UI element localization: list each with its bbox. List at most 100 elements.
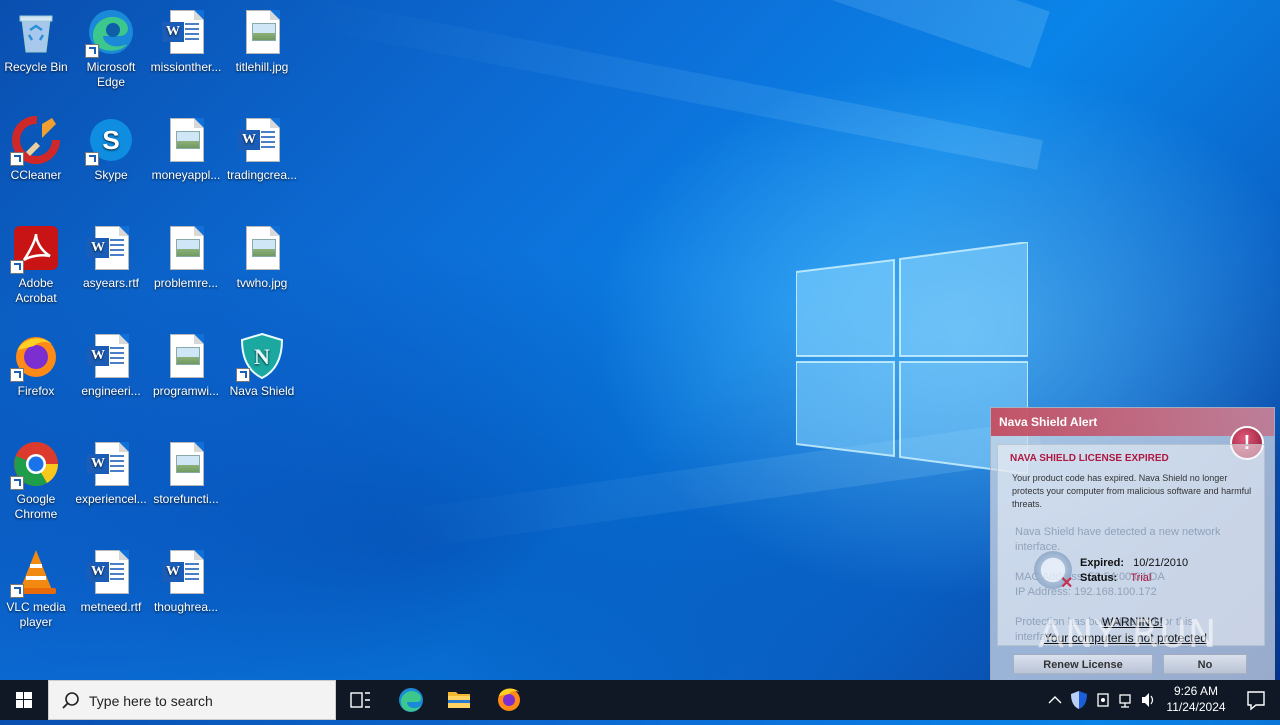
desktop-icon-asyears[interactable]: W asyears.rtf bbox=[73, 218, 149, 291]
nava-shield-alert-window[interactable]: Nava Shield Alert ! NAVA SHIELD LICENSE … bbox=[990, 407, 1275, 685]
desktop-icon-moneyappl[interactable]: moneyappl... bbox=[148, 110, 224, 183]
image-file-icon bbox=[162, 440, 210, 488]
desktop-icon-label: metneed.rtf bbox=[80, 600, 142, 614]
task-view-button[interactable] bbox=[336, 680, 384, 720]
folder-icon bbox=[448, 692, 470, 708]
shortcut-arrow-icon bbox=[236, 368, 250, 382]
shortcut-arrow-icon bbox=[85, 152, 99, 166]
desktop-icon-label: Microsoft Edge bbox=[86, 60, 136, 89]
word-doc-icon: W bbox=[162, 548, 210, 596]
taskbar-firefox-button[interactable] bbox=[485, 680, 533, 720]
action-center-button[interactable] bbox=[1232, 680, 1280, 720]
clock-date: 11/24/2024 bbox=[1166, 700, 1226, 714]
desktop-icon-label: Google Chrome bbox=[14, 492, 58, 521]
alert-title: Nava Shield Alert bbox=[991, 408, 1274, 436]
task-view-icon bbox=[350, 692, 370, 708]
ghost-text: Nava Shield have detected a new network bbox=[1015, 526, 1221, 538]
acrobat-icon bbox=[10, 224, 60, 274]
desktop-icon-label: Recycle Bin bbox=[4, 60, 68, 74]
renew-license-button[interactable]: Renew License bbox=[1013, 654, 1153, 674]
word-doc-icon: W bbox=[87, 440, 135, 488]
shortcut-arrow-icon bbox=[10, 476, 24, 490]
status-row: Status: Trial bbox=[1080, 572, 1151, 584]
image-file-icon bbox=[162, 224, 210, 272]
expired-value: 10/21/2010 bbox=[1133, 557, 1189, 569]
word-doc-icon: W bbox=[162, 8, 210, 56]
system-tray bbox=[1046, 680, 1156, 720]
word-doc-icon: W bbox=[87, 224, 135, 272]
not-protected-link[interactable]: Your computer is not protected bbox=[1044, 631, 1207, 645]
image-file-icon bbox=[162, 116, 210, 164]
desktop-icon-label: thoughrea... bbox=[153, 600, 219, 614]
desktop-icon-storefuncti[interactable]: storefuncti... bbox=[148, 434, 224, 507]
chevron-up-icon[interactable] bbox=[1048, 696, 1062, 704]
volume-icon[interactable] bbox=[1142, 693, 1154, 707]
desktop-icon-missionther[interactable]: W missionther... bbox=[148, 2, 224, 75]
desktop-icon-experiencel[interactable]: W experiencel... bbox=[73, 434, 149, 507]
desktop-icon-thoughrea[interactable]: W thoughrea... bbox=[148, 542, 224, 615]
desktop-icon-skype[interactable]: S Skype bbox=[73, 110, 149, 183]
desktop-icon-label: engineeri... bbox=[81, 384, 141, 398]
recycle-bin-icon bbox=[12, 8, 60, 56]
desktop-icon-tradingcrea[interactable]: W tradingcrea... bbox=[224, 110, 300, 183]
word-doc-icon: W bbox=[87, 332, 135, 380]
word-doc-icon: W bbox=[238, 116, 286, 164]
image-file-icon bbox=[238, 8, 286, 56]
alert-description: Your product code has expired. Nava Shie… bbox=[1012, 473, 1252, 509]
desktop-icon-microsoft-edge[interactable]: Microsoft Edge bbox=[73, 2, 149, 90]
desktop-icon-programwi[interactable]: programwi... bbox=[148, 326, 224, 399]
network-icon[interactable] bbox=[1119, 694, 1131, 708]
shortcut-arrow-icon bbox=[10, 584, 24, 598]
desktop-icon-label: experiencel... bbox=[75, 492, 147, 506]
expired-label: Expired: bbox=[1080, 557, 1125, 569]
shortcut-arrow-icon bbox=[10, 368, 24, 382]
search-placeholder: Type here to search bbox=[89, 693, 213, 709]
shortcut-arrow-icon bbox=[10, 260, 24, 274]
no-button[interactable]: No bbox=[1163, 654, 1247, 674]
desktop-icon-titlehill[interactable]: titlehill.jpg bbox=[224, 2, 300, 75]
desktop-icon-metneed[interactable]: W metneed.rtf bbox=[73, 542, 149, 615]
desktop-icon-label: moneyappl... bbox=[151, 168, 221, 182]
desktop-icon-label: problemre... bbox=[153, 276, 219, 290]
desktop-icon-problemre[interactable]: problemre... bbox=[148, 218, 224, 291]
desktop-icon-adobe-acrobat[interactable]: Adobe Acrobat bbox=[0, 218, 74, 306]
desktop-icon-ccleaner[interactable]: CCleaner bbox=[0, 110, 74, 183]
clock-time: 9:26 AM bbox=[1173, 684, 1219, 698]
search-icon bbox=[62, 692, 79, 709]
word-doc-icon: W bbox=[87, 548, 135, 596]
windows-start-icon bbox=[16, 692, 32, 708]
device-icon[interactable] bbox=[1097, 693, 1109, 707]
expired-x-icon: ✕ bbox=[1060, 575, 1074, 592]
desktop-icon-google-chrome[interactable]: Google Chrome bbox=[0, 434, 74, 522]
taskbar-file-explorer-button[interactable] bbox=[435, 680, 483, 720]
desktop-icon-label: tradingcrea... bbox=[226, 168, 298, 182]
firefox-icon bbox=[498, 688, 520, 711]
start-button[interactable] bbox=[0, 680, 48, 720]
security-shield-icon[interactable] bbox=[1071, 691, 1087, 709]
taskbar-search-box[interactable]: Type here to search bbox=[48, 680, 336, 720]
taskbar-clock[interactable]: 9:26 AM 11/24/2024 bbox=[1160, 683, 1232, 715]
desktop-icon-label: programwi... bbox=[152, 384, 220, 398]
taskbar-edge-button[interactable] bbox=[387, 680, 435, 720]
alert-headline: NAVA SHIELD LICENSE EXPIRED bbox=[1010, 453, 1169, 464]
desktop-icon-nava-shield[interactable]: N Nava Shield bbox=[224, 326, 300, 399]
taskbar: Type here to search 9:26 AM 11/24/2024 bbox=[0, 680, 1280, 720]
ccleaner-icon bbox=[10, 116, 60, 166]
notification-icon bbox=[1247, 691, 1265, 711]
expired-row: Expired: 10/21/2010 bbox=[1080, 557, 1188, 569]
warning-link[interactable]: WARNING! bbox=[1102, 615, 1163, 629]
desktop-icon-recycle-bin[interactable]: Recycle Bin bbox=[0, 2, 74, 75]
desktop-icon-tvwho[interactable]: tvwho.jpg bbox=[224, 218, 300, 291]
edge-icon bbox=[399, 688, 423, 712]
image-file-icon bbox=[162, 332, 210, 380]
desktop-icon-engineeri[interactable]: W engineeri... bbox=[73, 326, 149, 399]
skype-icon: S bbox=[85, 116, 135, 166]
desktop-icon-firefox[interactable]: Firefox bbox=[0, 326, 74, 399]
vlc-icon bbox=[10, 548, 60, 598]
shortcut-arrow-icon bbox=[10, 152, 24, 166]
desktop-icon-label: Adobe Acrobat bbox=[15, 276, 57, 305]
desktop-icon-label: Nava Shield bbox=[229, 384, 295, 398]
nava-shield-icon: N bbox=[236, 332, 286, 382]
desktop-icon-vlc[interactable]: VLC media player bbox=[0, 542, 74, 630]
desktop-icon-label: storefuncti... bbox=[153, 492, 219, 506]
